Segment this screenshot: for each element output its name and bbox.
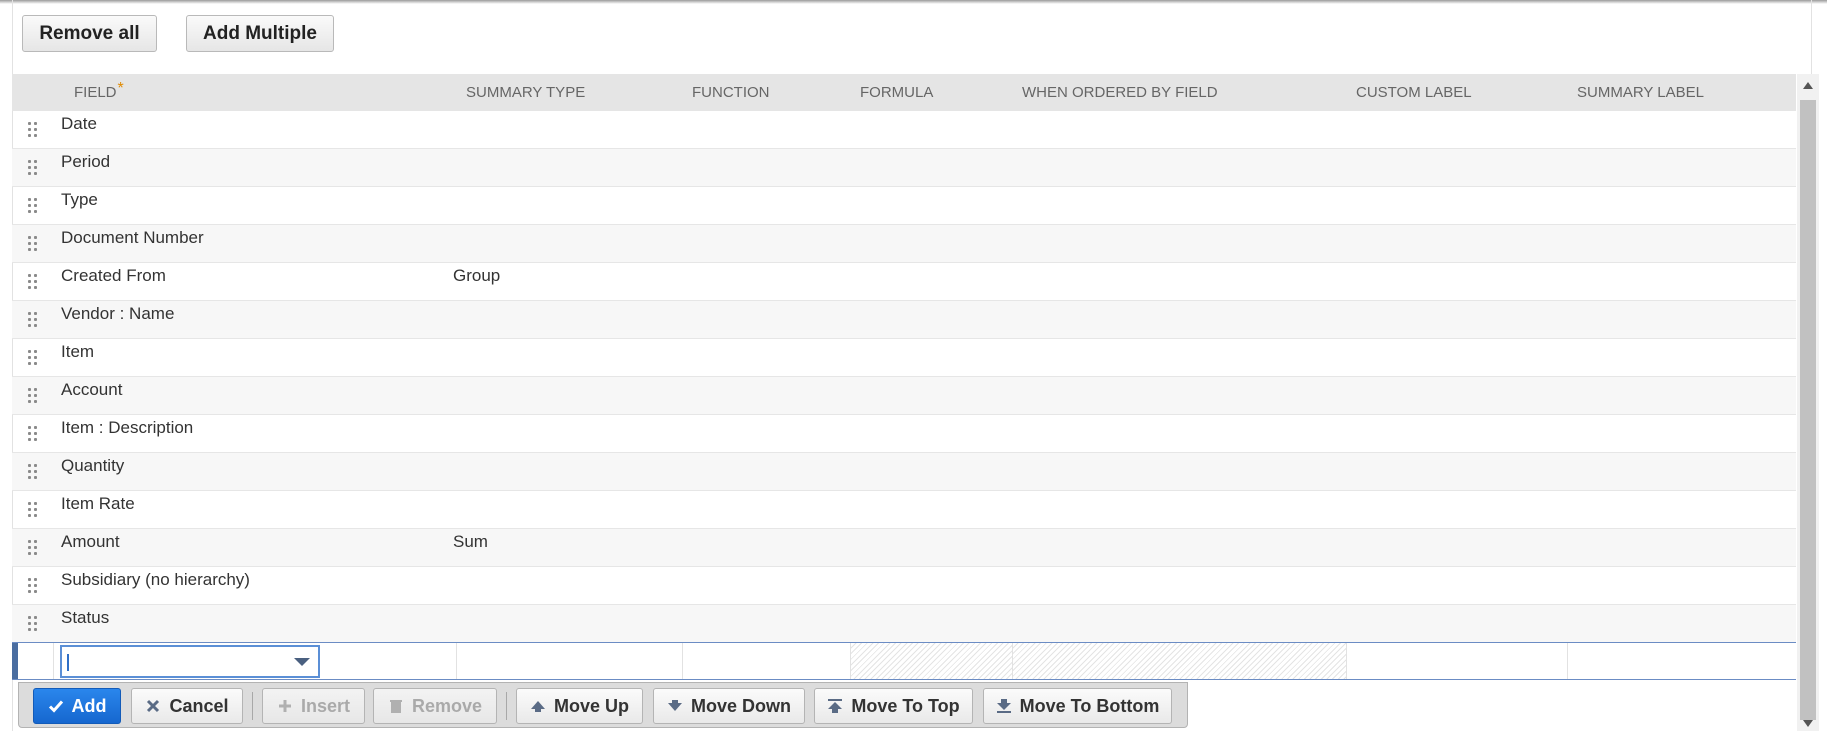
drag-handle-icon[interactable] bbox=[28, 426, 38, 444]
move-to-top-button-label: Move To Top bbox=[851, 695, 960, 716]
scrollbar-thumb[interactable] bbox=[1800, 100, 1816, 720]
table-row[interactable]: Vendor : Name bbox=[12, 301, 1796, 339]
text-cursor bbox=[67, 654, 69, 671]
column-header-field-label: FIELD bbox=[74, 84, 117, 101]
edit-formula-cell-disabled bbox=[851, 643, 1013, 679]
field-cell: Vendor : Name bbox=[61, 304, 175, 323]
move-up-button-label: Move Up bbox=[553, 695, 629, 716]
field-cell: Amount bbox=[61, 532, 120, 551]
plus-icon bbox=[278, 700, 291, 712]
move-to-bottom-button[interactable]: Move To Bottom bbox=[983, 688, 1172, 724]
table-row[interactable]: Account bbox=[12, 377, 1796, 415]
grid-header: FIELD* SUMMARY TYPE FUNCTION FORMULA WHE… bbox=[12, 74, 1796, 111]
field-cell: Item : Description bbox=[61, 418, 194, 437]
field-cell: Quantity bbox=[61, 456, 125, 475]
move-down-button-label: Move Down bbox=[690, 695, 791, 716]
edit-row[interactable] bbox=[12, 642, 1796, 680]
checkmark-icon bbox=[48, 700, 63, 713]
summary-type-cell: Group bbox=[453, 266, 501, 285]
column-header-field[interactable]: FIELD* bbox=[74, 74, 124, 111]
move-to-bottom-button-label: Move To Bottom bbox=[1019, 695, 1160, 716]
remove-button-label: Remove bbox=[411, 695, 483, 716]
cancel-button[interactable]: Cancel bbox=[131, 688, 243, 724]
move-to-top-button[interactable]: Move To Top bbox=[814, 688, 973, 724]
edit-function-cell[interactable] bbox=[683, 643, 851, 679]
add-button-label: Add bbox=[71, 695, 107, 716]
field-cell: Item bbox=[61, 342, 95, 361]
column-header-summary-type[interactable]: SUMMARY TYPE bbox=[466, 74, 585, 111]
edit-summary-type-cell[interactable] bbox=[457, 643, 683, 679]
field-cell: Created From bbox=[61, 266, 166, 285]
table-row[interactable]: Item bbox=[12, 339, 1796, 377]
field-cell: Account bbox=[61, 380, 123, 399]
table-row[interactable]: Period bbox=[12, 149, 1796, 187]
trash-icon bbox=[389, 700, 402, 713]
edit-row-handle-cell bbox=[18, 643, 54, 679]
drag-handle-icon[interactable] bbox=[28, 274, 38, 292]
drag-handle-icon[interactable] bbox=[28, 122, 38, 140]
move-up-button[interactable]: Move Up bbox=[516, 688, 643, 724]
drag-handle-icon[interactable] bbox=[28, 312, 38, 330]
remove-button[interactable]: Remove bbox=[373, 688, 497, 724]
move-down-button[interactable]: Move Down bbox=[653, 688, 805, 724]
field-cell: Period bbox=[61, 152, 111, 171]
edit-summary-label-cell[interactable] bbox=[1568, 643, 1796, 679]
field-cell: Document Number bbox=[61, 228, 204, 247]
cancel-button-label: Cancel bbox=[169, 695, 229, 716]
add-button[interactable]: Add bbox=[33, 688, 121, 724]
drag-handle-icon[interactable] bbox=[28, 198, 38, 216]
drag-handle-icon[interactable] bbox=[28, 350, 38, 368]
scroll-down-arrow-icon[interactable] bbox=[1803, 720, 1813, 727]
table-row[interactable]: Item Rate bbox=[12, 491, 1796, 529]
field-cell: Subsidiary (no hierarchy) bbox=[61, 570, 250, 589]
column-header-summary-label[interactable]: SUMMARY LABEL bbox=[1577, 74, 1704, 111]
table-row[interactable]: Quantity bbox=[12, 453, 1796, 491]
add-multiple-button[interactable]: Add Multiple bbox=[186, 15, 334, 52]
edit-custom-label-cell[interactable] bbox=[1347, 643, 1568, 679]
arrow-up-icon bbox=[530, 701, 545, 712]
remove-all-button[interactable]: Remove all bbox=[22, 15, 157, 52]
drag-handle-icon[interactable] bbox=[28, 160, 38, 178]
table-row[interactable]: Status bbox=[12, 605, 1796, 643]
toolbar-separator bbox=[252, 692, 253, 720]
column-header-formula[interactable]: FORMULA bbox=[860, 74, 933, 111]
drag-handle-icon[interactable] bbox=[28, 578, 38, 596]
field-select[interactable] bbox=[60, 645, 320, 678]
table-row[interactable]: Document Number bbox=[12, 225, 1796, 263]
table-row[interactable]: Subsidiary (no hierarchy) bbox=[12, 567, 1796, 605]
field-cell: Status bbox=[61, 608, 110, 627]
column-header-when-ordered-by-field[interactable]: WHEN ORDERED BY FIELD bbox=[1022, 74, 1218, 111]
table-row[interactable]: Type bbox=[12, 187, 1796, 225]
column-header-function[interactable]: FUNCTION bbox=[692, 74, 770, 111]
vertical-scrollbar[interactable] bbox=[1797, 74, 1819, 731]
arrow-to-bottom-icon bbox=[996, 699, 1011, 713]
table-row[interactable]: Created From Group bbox=[12, 263, 1796, 301]
table-row[interactable]: Date bbox=[12, 111, 1796, 149]
table-row[interactable]: Amount Sum bbox=[12, 529, 1796, 567]
insert-button[interactable]: Insert bbox=[262, 688, 365, 724]
summary-type-cell: Sum bbox=[453, 532, 488, 551]
field-cell: Item Rate bbox=[61, 494, 135, 513]
scroll-up-arrow-icon[interactable] bbox=[1803, 82, 1813, 89]
drag-handle-icon[interactable] bbox=[28, 502, 38, 520]
required-marker: * bbox=[117, 80, 124, 97]
column-header-custom-label[interactable]: CUSTOM LABEL bbox=[1356, 74, 1472, 111]
dropdown-arrow-icon[interactable] bbox=[294, 658, 310, 666]
toolbar-separator bbox=[506, 692, 507, 720]
insert-button-label: Insert bbox=[300, 695, 351, 716]
close-icon bbox=[147, 699, 160, 713]
arrow-to-top-icon bbox=[828, 699, 843, 713]
drag-handle-icon[interactable] bbox=[28, 388, 38, 406]
drag-handle-icon[interactable] bbox=[28, 236, 38, 254]
row-toolbar: Add Cancel Insert Remove Move Up Move Do… bbox=[18, 682, 1188, 728]
field-cell: Date bbox=[61, 114, 97, 133]
drag-handle-icon[interactable] bbox=[28, 540, 38, 558]
drag-handle-icon[interactable] bbox=[28, 464, 38, 482]
field-cell: Type bbox=[61, 190, 98, 209]
table-row[interactable]: Item : Description bbox=[12, 415, 1796, 453]
arrow-down-icon bbox=[667, 700, 682, 711]
drag-handle-icon[interactable] bbox=[28, 616, 38, 634]
edit-when-ordered-cell-disabled bbox=[1013, 643, 1347, 679]
